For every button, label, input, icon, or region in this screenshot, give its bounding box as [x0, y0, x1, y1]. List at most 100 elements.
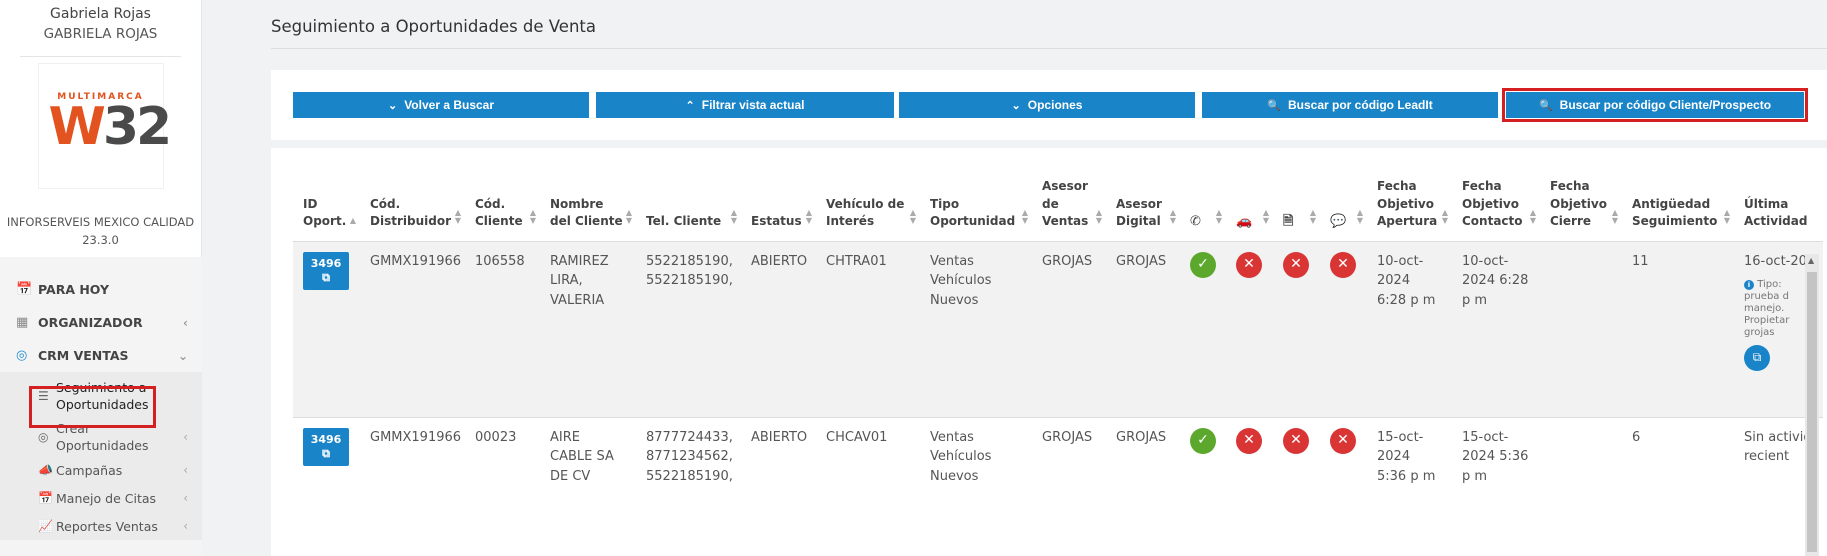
sidebar-subitem-reportes[interactable]: 📈 Reportes Ventas ‹: [0, 512, 202, 540]
col-fecha-cierre[interactable]: Fecha Objetivo Cierre ▲ ▼: [1540, 178, 1622, 242]
x-icon: ✕: [1236, 251, 1262, 278]
scrollbar-thumb[interactable]: [1807, 272, 1817, 552]
sidebar-subitem-label: Reportes Ventas: [56, 518, 158, 534]
calendar-icon: 📅: [16, 282, 33, 297]
opciones-button[interactable]: ⌄ Opciones: [899, 92, 1195, 118]
cell-fecha-contacto: 15-oct-2024 5:36 p m: [1452, 417, 1540, 556]
open-opportunity-button[interactable]: 3496 ⧉: [303, 427, 349, 466]
table-header-row: ID Oport. ▲ Cód. Distribuidor ▲ ▼ Cód. Clie…: [293, 178, 1823, 242]
chart-line-icon: 📈: [38, 519, 53, 533]
col-chat[interactable]: 💬 ▲ ▼: [1320, 178, 1367, 242]
user-name: Gabriela Rojas: [50, 6, 151, 22]
x-icon: ✕: [1330, 251, 1356, 278]
car-icon: 🚗: [1236, 214, 1253, 229]
sort-icon: ▲ ▼: [1262, 207, 1269, 225]
sidebar-item-crm-ventas[interactable]: ◎ CRM VENTAS ⌄: [0, 339, 202, 372]
col-cod-cliente[interactable]: Cód. Cliente ▲ ▼: [465, 178, 540, 242]
col-ultima[interactable]: Última Actividad: [1734, 178, 1823, 242]
col-asesor-ventas[interactable]: Asesor de Ventas ▲ ▼: [1032, 178, 1106, 242]
chevrons-down-icon: ⌄: [177, 348, 188, 363]
volver-a-buscar-button[interactable]: ⌄ Volver a Buscar: [293, 92, 589, 118]
cell-fecha-cierre: [1540, 417, 1622, 556]
sort-icon: ▲ ▼: [1309, 207, 1316, 225]
col-tipo[interactable]: Tipo Oportunidad ▲ ▼: [920, 178, 1032, 242]
sort-icon: ▲ ▼: [1356, 207, 1363, 225]
cell-tipo: Ventas Vehículos Nuevos: [920, 241, 1032, 418]
cell-fecha-cierre: [1540, 241, 1622, 418]
sort-icon: ▲ ▼: [805, 207, 812, 225]
scroll-up-icon[interactable]: ▲: [1808, 256, 1814, 265]
sidebar-item-label: PARA HOY: [38, 282, 110, 297]
sort-icon: ▲ ▼: [1095, 207, 1102, 225]
action-bar: ⌄ Volver a Buscar ⌃ Filtrar vista actual…: [271, 70, 1827, 140]
table-panel: ID Oport. ▲ Cód. Distribuidor ▲ ▼ Cód. Clie…: [271, 148, 1827, 556]
chevron-left-icon: ‹: [183, 430, 188, 444]
sort-icon: ▲: [349, 215, 356, 225]
col-fecha-apertura[interactable]: Fecha Objetivo Apertura ▲ ▼: [1367, 178, 1452, 242]
sidebar: Gabriela Rojas GABRIELA ROJAS MULTIMARCA…: [0, 0, 202, 556]
x-icon: ✕: [1283, 251, 1309, 278]
cell-tel: 8777724433, 8771234562, 5522185190,: [636, 417, 741, 556]
user-block: Gabriela Rojas GABRIELA ROJAS: [0, 0, 201, 44]
col-estatus[interactable]: Estatus ▲ ▼: [741, 178, 816, 242]
sort-icon: ▲ ▼: [529, 207, 536, 225]
app-version: 23.3.0: [82, 233, 119, 247]
cell-estatus: ABIERTO: [741, 241, 816, 418]
col-vehiculo[interactable]: Vehículo de Interés ▲ ▼: [816, 178, 920, 242]
chevron-left-icon: ‹: [183, 519, 188, 533]
sidebar-item-organizador[interactable]: ▦ ORGANIZADOR ‹: [0, 306, 202, 339]
sort-icon: ▲ ▼: [1441, 207, 1448, 225]
col-document[interactable]: 🗎 ▲ ▼: [1273, 178, 1320, 242]
logo-mark: W32: [48, 97, 173, 157]
vertical-scrollbar[interactable]: ▲: [1805, 254, 1819, 556]
external-link-icon[interactable]: ⧉: [1744, 345, 1770, 371]
grid-icon: ▦: [16, 315, 29, 330]
col-nombre[interactable]: Nombre del Cliente ▲ ▼: [540, 178, 636, 242]
opportunities-table: ID Oport. ▲ Cód. Distribuidor ▲ ▼ Cód. Clie…: [293, 178, 1823, 556]
table-row: 3496 ⧉ GMMX191966 106558 RAMIREZ LIRA, VA…: [293, 241, 1823, 418]
col-distribuidor[interactable]: Cód. Distribuidor ▲ ▼: [360, 178, 465, 242]
cell-vehiculo: CHCAV01: [816, 417, 920, 556]
sidebar-item-label: ORGANIZADOR: [38, 315, 143, 330]
sidebar-item-para-hoy[interactable]: 📅 PARA HOY: [0, 273, 202, 306]
search-icon: 🔍: [1267, 99, 1281, 112]
phone-icon: ✆: [1190, 214, 1201, 229]
page-title: Seguimiento a Oportunidades de Venta: [271, 17, 596, 36]
logo: MULTIMARCA W32: [37, 63, 172, 189]
open-opportunity-button[interactable]: 3496 ⧉: [303, 251, 349, 290]
cell-cod-cliente: 00023: [465, 417, 540, 556]
chevron-left-icon: ‹: [183, 315, 188, 330]
cell-distribuidor: GMMX191966: [360, 241, 465, 418]
sort-icon: ▲ ▼: [909, 207, 916, 225]
highlight-box: [1502, 88, 1808, 122]
cell-fecha-apertura: 15-oct-2024 5:36 p m: [1367, 417, 1452, 556]
sidebar-subitem-campanas[interactable]: 📣 Campañas ‹: [0, 456, 202, 484]
cell-distribuidor: GMMX191966: [360, 417, 465, 556]
cell-antiguedad: 11: [1622, 241, 1734, 418]
sort-icon: ▲ ▼: [730, 207, 737, 225]
cell-asesor-ventas: GROJAS: [1032, 241, 1106, 418]
activity-tip: i Tipo: prueba d manejo. Propietar groja…: [1744, 279, 1790, 338]
cell-fecha-apertura: 10-oct-2024 6:28 p m: [1367, 241, 1452, 418]
cell-asesor-digital: GROJAS: [1106, 241, 1180, 418]
sort-icon: ▲ ▼: [1611, 207, 1618, 225]
chevron-down-icon: ⌄: [1011, 99, 1021, 112]
col-asesor-digital[interactable]: Asesor Digital ▲ ▼: [1106, 178, 1180, 242]
chat-icon: 💬: [1330, 214, 1347, 229]
filtrar-vista-button[interactable]: ⌃ Filtrar vista actual: [596, 92, 894, 118]
col-id[interactable]: ID Oport. ▲: [293, 178, 360, 242]
cell-asesor-ventas: GROJAS: [1032, 417, 1106, 556]
col-fecha-contacto[interactable]: Fecha Objetivo Contacto ▲ ▼: [1452, 178, 1540, 242]
col-phone[interactable]: ✆ ▲ ▼: [1180, 178, 1226, 242]
col-antiguedad[interactable]: Antigüedad Seguimiento ▲ ▼: [1622, 178, 1734, 242]
cell-nombre: RAMIREZ LIRA, VALERIA: [540, 241, 636, 418]
buscar-leadit-button[interactable]: 🔍 Buscar por código LeadIt: [1202, 92, 1498, 118]
sidebar-item-label: CRM VENTAS: [38, 348, 129, 363]
calendar-check-icon: 📅: [38, 491, 53, 505]
col-tel[interactable]: Tel. Cliente ▲ ▼: [636, 178, 741, 242]
col-car[interactable]: 🚗 ▲ ▼: [1226, 178, 1273, 242]
cell-antiguedad: 6: [1622, 417, 1734, 556]
cell-estatus: ABIERTO: [741, 417, 816, 556]
sort-icon: ▲ ▼: [1723, 207, 1730, 225]
sidebar-subitem-citas[interactable]: 📅 Manejo de Citas ‹: [0, 484, 202, 512]
